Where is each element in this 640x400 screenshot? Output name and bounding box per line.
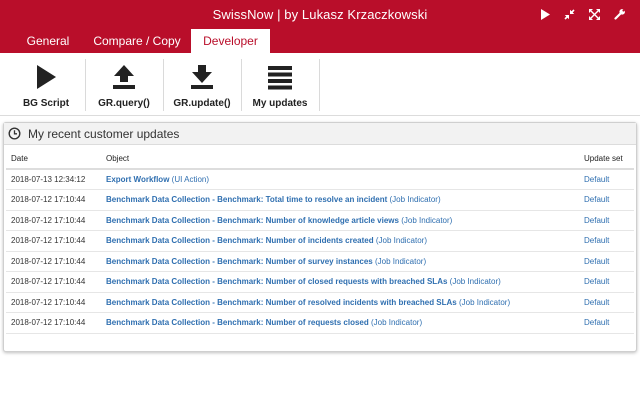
row-date: 2018-07-12 17:10:44 xyxy=(6,189,101,211)
toolbar-divider xyxy=(319,59,320,111)
table-row: 2018-07-12 17:10:44 Benchmark Data Colle… xyxy=(6,271,634,293)
tab-developer[interactable]: Developer xyxy=(191,29,270,53)
row-update-set-link[interactable]: Default xyxy=(584,257,609,266)
row-object-link[interactable]: Export Workflow (UI Action) xyxy=(106,175,209,184)
row-object-link[interactable]: Benchmark Data Collection - Benchmark: N… xyxy=(106,236,427,245)
play-icon[interactable] xyxy=(538,6,551,22)
tab-bar: General Compare / Copy Developer xyxy=(0,29,640,53)
row-date: 2018-07-12 17:10:44 xyxy=(6,271,101,293)
table-row: 2018-07-12 17:10:44 Benchmark Data Colle… xyxy=(6,251,634,272)
bg-script-button[interactable]: BG Script xyxy=(10,57,82,113)
row-update-set-link[interactable]: Default xyxy=(584,175,609,184)
row-object-link[interactable]: Benchmark Data Collection - Benchmark: N… xyxy=(106,216,452,225)
row-update-set-link[interactable]: Default xyxy=(584,216,609,225)
panel-header: My recent customer updates xyxy=(4,123,636,145)
updates-table: Date Object Update set 2018-07-13 12:34:… xyxy=(6,149,634,334)
gr-query-label: GR.query() xyxy=(98,98,150,109)
row-date: 2018-07-12 17:10:44 xyxy=(6,292,101,313)
title-bar: SwissNow | by Lukasz Krzaczkowski xyxy=(0,0,640,29)
column-header-object: Object xyxy=(101,149,579,170)
column-header-update-set: Update set xyxy=(579,149,634,170)
upload-icon xyxy=(113,65,135,89)
my-updates-label: My updates xyxy=(252,98,308,109)
row-update-set-link[interactable]: Default xyxy=(584,318,609,327)
gr-update-label: GR.update() xyxy=(173,98,231,109)
row-object-link[interactable]: Benchmark Data Collection - Benchmark: N… xyxy=(106,298,510,307)
list-icon xyxy=(268,66,292,90)
table-header-row: Date Object Update set xyxy=(6,149,634,170)
tab-general[interactable]: General xyxy=(12,29,84,53)
recent-updates-panel: My recent customer updates Date Object U… xyxy=(3,122,637,352)
download-icon xyxy=(191,65,213,89)
row-object-link[interactable]: Benchmark Data Collection - Benchmark: N… xyxy=(106,318,422,327)
row-date: 2018-07-12 17:10:44 xyxy=(6,230,101,252)
table-row: 2018-07-12 17:10:44 Benchmark Data Colle… xyxy=(6,292,634,313)
column-header-date: Date xyxy=(6,149,101,170)
table-row: 2018-07-13 12:34:12 Export Workflow (UI … xyxy=(6,169,634,190)
gr-query-button[interactable]: GR.query() xyxy=(88,57,160,113)
row-date: 2018-07-13 12:34:12 xyxy=(6,169,101,190)
clock-icon xyxy=(8,127,21,140)
row-date: 2018-07-12 17:10:44 xyxy=(6,251,101,272)
shrink-icon[interactable] xyxy=(563,6,576,22)
row-object-link[interactable]: Benchmark Data Collection - Benchmark: T… xyxy=(106,195,441,204)
wrench-icon[interactable] xyxy=(613,6,626,22)
bg-script-label: BG Script xyxy=(22,98,70,109)
row-date: 2018-07-12 17:10:44 xyxy=(6,210,101,231)
my-updates-button[interactable]: My updates xyxy=(244,57,316,113)
row-update-set-link[interactable]: Default xyxy=(584,236,609,245)
table-row: 2018-07-12 17:10:44 Benchmark Data Colle… xyxy=(6,230,634,252)
toolbar-divider xyxy=(241,59,242,111)
toolbar-divider xyxy=(85,59,86,111)
row-update-set-link[interactable]: Default xyxy=(584,277,609,286)
table-row: 2018-07-12 17:10:44 Benchmark Data Colle… xyxy=(6,189,634,211)
table-row: 2018-07-12 17:10:44 Benchmark Data Colle… xyxy=(6,210,634,231)
row-object-link[interactable]: Benchmark Data Collection - Benchmark: N… xyxy=(106,277,501,286)
row-update-set-link[interactable]: Default xyxy=(584,195,609,204)
play-icon xyxy=(37,65,56,89)
panel-title: My recent customer updates xyxy=(28,127,180,141)
window-controls xyxy=(538,6,626,22)
toolbar-divider xyxy=(163,59,164,111)
row-update-set-link[interactable]: Default xyxy=(584,298,609,307)
table-row: 2018-07-12 17:10:44 Benchmark Data Colle… xyxy=(6,312,634,334)
toolbar: BG Script GR.query() GR.update() My upda… xyxy=(0,53,640,116)
expand-icon[interactable] xyxy=(588,6,601,22)
row-object-link[interactable]: Benchmark Data Collection - Benchmark: N… xyxy=(106,257,426,266)
gr-update-button[interactable]: GR.update() xyxy=(166,57,238,113)
row-date: 2018-07-12 17:10:44 xyxy=(6,312,101,334)
tab-compare-copy[interactable]: Compare / Copy xyxy=(88,29,186,53)
